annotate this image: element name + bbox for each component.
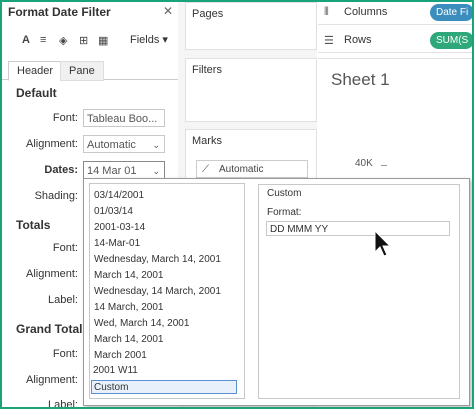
- font-icon[interactable]: A: [22, 34, 30, 46]
- filters-card[interactable]: Filters: [185, 58, 317, 122]
- list-item[interactable]: 2001-03-14: [94, 221, 145, 235]
- mouse-cursor-icon: [374, 230, 392, 257]
- mark-type-value: Automatic: [219, 164, 264, 175]
- list-item[interactable]: 01/03/14: [94, 205, 133, 219]
- grand-font-label: Font:: [52, 348, 78, 360]
- align-icon[interactable]: ≡: [40, 34, 46, 46]
- section-totals: Totals: [16, 218, 51, 232]
- date-format-list[interactable]: 03/14/2001 01/03/14 2001-03-14 14-Mar-01…: [89, 183, 245, 399]
- custom-panel-title: Custom: [267, 188, 302, 199]
- tab-header[interactable]: Header: [8, 61, 63, 81]
- font-select[interactable]: Tableau Boo...: [83, 109, 165, 127]
- filters-card-title: Filters: [192, 64, 222, 76]
- list-item[interactable]: 03/14/2001: [94, 189, 144, 203]
- shading-label: Shading:: [34, 190, 78, 202]
- format-input[interactable]: DD MMM YY: [266, 221, 450, 236]
- grand-alignment-label: Alignment:: [26, 374, 78, 386]
- sheet-title: Sheet 1: [331, 70, 390, 89]
- font-label: Font:: [52, 112, 78, 124]
- rows-icon: ☰: [324, 35, 334, 47]
- chevron-down-icon: ⌄: [152, 140, 160, 150]
- rows-pill[interactable]: SUM(S: [430, 32, 472, 49]
- tab-pane[interactable]: Pane: [60, 61, 104, 81]
- list-item[interactable]: March, 2001: [94, 365, 150, 379]
- format-toolbar: A ≡ ◈ ⊞ ▦ Fields ▾: [2, 28, 178, 54]
- borders-icon[interactable]: ⊞: [79, 34, 88, 47]
- list-item[interactable]: 14-Mar-01: [94, 237, 140, 251]
- alignment-select[interactable]: Automatic ⌄: [83, 135, 165, 153]
- custom-format-panel: Custom Format: DD MMM YY: [258, 184, 460, 399]
- grand-label-label: Label:: [48, 399, 78, 409]
- columns-icon: ⦀: [324, 6, 329, 18]
- format-label: Format:: [267, 207, 302, 218]
- list-item[interactable]: Wednesday, March 14, 2001: [94, 253, 221, 267]
- dates-select-value: 14 Mar 01: [87, 165, 137, 177]
- pages-card-title: Pages: [192, 8, 224, 20]
- axis-tick-label: 40K: [355, 158, 373, 169]
- axis-tick: [381, 165, 387, 166]
- columns-shelf[interactable]: ⦀ Columns Date Fi: [318, 2, 472, 25]
- app-frame: Format Date Filter ✕ A ≡ ◈ ⊞ ▦ Fields ▾ …: [0, 0, 474, 409]
- list-item[interactable]: March 2001: [94, 349, 147, 363]
- section-grand-totals: Grand Totals: [16, 322, 90, 336]
- fields-dropdown[interactable]: Fields ▾: [130, 33, 168, 46]
- shading-icon[interactable]: ◈: [59, 34, 67, 47]
- totals-font-label: Font:: [52, 242, 78, 254]
- totals-label-label: Label:: [48, 294, 78, 306]
- shelf-divider: [318, 58, 472, 59]
- list-item[interactable]: Wed, March 14, 2001: [94, 317, 189, 331]
- list-item[interactable]: 14 March, 2001: [94, 301, 164, 315]
- marks-card-title: Marks: [192, 135, 222, 147]
- format-panel-title: Format Date Filter: [8, 5, 111, 19]
- totals-alignment-label: Alignment:: [26, 268, 78, 280]
- alignment-select-value: Automatic: [87, 139, 136, 151]
- date-format-dialog: 03/14/2001 01/03/14 2001-03-14 14-Mar-01…: [83, 178, 470, 406]
- list-item[interactable]: Wednesday, 14 March, 2001: [94, 285, 221, 299]
- list-item[interactable]: March 14, 2001: [94, 269, 164, 283]
- rows-shelf[interactable]: ☰ Rows SUM(S: [318, 30, 472, 53]
- format-tabs: Header Pane: [2, 59, 178, 81]
- columns-shelf-label: Columns: [344, 6, 388, 18]
- rows-shelf-label: Rows: [344, 34, 372, 46]
- section-default: Default: [16, 86, 57, 100]
- alignment-label: Alignment:: [26, 138, 78, 150]
- lines-icon[interactable]: ▦: [98, 34, 108, 47]
- line-mark-icon: ⟋: [202, 164, 209, 175]
- font-select-value: Tableau Boo...: [87, 113, 158, 125]
- pages-card[interactable]: Pages: [185, 2, 317, 50]
- columns-pill[interactable]: Date Fi: [430, 4, 472, 21]
- list-item[interactable]: March 14, 2001: [94, 333, 164, 347]
- dates-label: Dates:: [44, 164, 78, 176]
- list-scrollbar[interactable]: [244, 254, 245, 344]
- close-icon[interactable]: ✕: [163, 4, 173, 18]
- mark-type-select[interactable]: ⟋ Automatic: [196, 160, 308, 178]
- dates-select[interactable]: 14 Mar 01 ⌄: [83, 161, 165, 179]
- list-item[interactable]: 2001 Q1: [94, 381, 132, 395]
